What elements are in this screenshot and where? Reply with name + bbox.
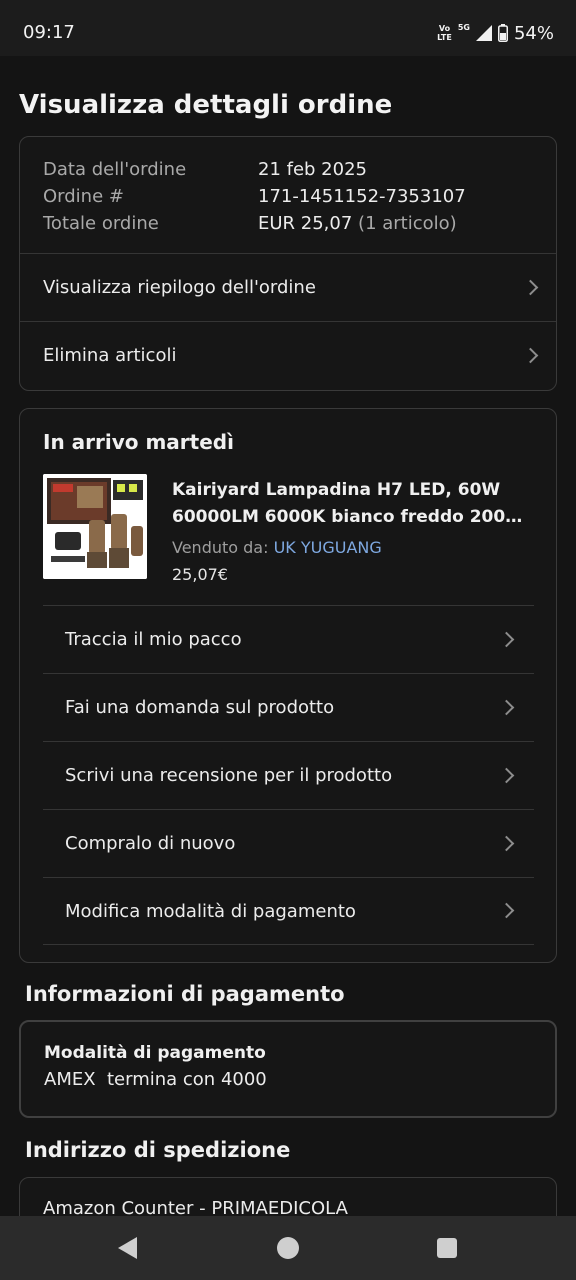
write-review-row[interactable]: Scrivi una recensione per il prodotto <box>43 741 534 809</box>
chevron-right-icon <box>522 279 539 295</box>
volte-icon: Vo LTE <box>437 24 452 42</box>
signal-icon <box>475 25 492 41</box>
ask-question-label: Fai una domanda sul prodotto <box>65 697 335 718</box>
order-date-row: Data dell'ordine 21 feb 2025 <box>43 156 536 183</box>
home-circle-icon[interactable] <box>277 1237 299 1259</box>
view-order-summary-label: Visualizza riepilogo dell'ordine <box>43 277 316 298</box>
back-triangle-icon[interactable] <box>118 1237 137 1259</box>
shipping-section-title: Indirizzo di spedizione <box>25 1138 291 1162</box>
change-payment-row[interactable]: Modifica modalità di pagamento <box>43 877 534 945</box>
order-date-label: Data dell'ordine <box>43 159 187 180</box>
order-total-value: EUR 25,07 (1 articolo) <box>258 213 457 234</box>
shipping-address-line: Amazon Counter - PRIMAEDICOLA <box>43 1198 348 1216</box>
seller-label: Venduto da: <box>172 538 269 557</box>
battery-percent: 54% <box>513 22 554 44</box>
delivery-card: In arrivo martedì Kairiyard Lampadina H7… <box>19 408 557 963</box>
payment-section-title: Informazioni di pagamento <box>25 982 345 1006</box>
battery-icon <box>497 24 508 42</box>
order-date-value: 21 feb 2025 <box>258 159 367 180</box>
recents-square-icon[interactable] <box>437 1238 457 1258</box>
order-item-count: (1 articolo) <box>358 213 457 234</box>
chevron-right-icon <box>498 699 515 715</box>
buy-again-label: Compralo di nuovo <box>65 833 236 854</box>
order-number-row: Ordine # 171-1451152-7353107 <box>43 183 536 210</box>
track-package-row[interactable]: Traccia il mio pacco <box>43 605 534 673</box>
shipping-address-card: Amazon Counter - PRIMAEDICOLA <box>19 1177 557 1216</box>
seller-link[interactable]: UK YUGUANG <box>274 538 382 557</box>
order-number-value: 171-1451152-7353107 <box>258 186 466 207</box>
delete-items-row[interactable]: Elimina articoli <box>20 322 556 389</box>
page-title: Visualizza dettagli ordine <box>19 90 393 120</box>
change-payment-label: Modifica modalità di pagamento <box>65 900 356 922</box>
seller-info: Venduto da: UK YUGUANG <box>172 538 382 557</box>
track-package-label: Traccia il mio pacco <box>65 629 242 650</box>
status-icons: Vo LTE 5G 54% <box>437 22 554 44</box>
network-type-label: 5G <box>457 23 470 32</box>
chevron-right-icon <box>498 631 515 647</box>
product-thumbnail-graphic <box>43 474 147 579</box>
chevron-right-icon <box>498 767 515 783</box>
order-info: Data dell'ordine 21 feb 2025 Ordine # 17… <box>43 156 536 237</box>
write-review-label: Scrivi una recensione per il prodotto <box>65 765 393 786</box>
ask-question-row[interactable]: Fai una domanda sul prodotto <box>43 673 534 741</box>
item-actions-list: Traccia il mio pacco Fai una domanda sul… <box>43 605 534 945</box>
product-image[interactable] <box>43 474 147 579</box>
view-order-summary-row[interactable]: Visualizza riepilogo dell'ordine <box>20 254 556 321</box>
system-navigation-bar <box>0 1216 576 1280</box>
order-summary-card: Data dell'ordine 21 feb 2025 Ordine # 17… <box>19 136 557 391</box>
order-details-page: Visualizza dettagli ordine Data dell'ord… <box>0 56 576 1216</box>
product-title[interactable]: Kairiyard Lampadina H7 LED, 60W 60000LM … <box>172 477 532 531</box>
product-price: 25,07€ <box>172 565 228 584</box>
order-total-label: Totale ordine <box>43 213 159 234</box>
delivery-heading: In arrivo martedì <box>43 430 234 454</box>
chevron-right-icon <box>522 347 539 363</box>
status-time: 09:17 <box>23 22 75 43</box>
payment-method-label: Modalità di pagamento <box>44 1043 266 1063</box>
order-number-label: Ordine # <box>43 186 124 207</box>
delete-items-label: Elimina articoli <box>43 345 177 366</box>
status-bar: 09:17 Vo LTE 5G 54% <box>0 0 576 56</box>
payment-method-card[interactable]: Modalità di pagamento AMEX termina con 4… <box>19 1020 557 1118</box>
chevron-right-icon <box>498 902 515 919</box>
buy-again-row[interactable]: Compralo di nuovo <box>43 809 534 877</box>
order-total-row: Totale ordine EUR 25,07 (1 articolo) <box>43 210 536 237</box>
chevron-right-icon <box>498 835 515 851</box>
payment-method-value: AMEX termina con 4000 <box>44 1069 267 1090</box>
